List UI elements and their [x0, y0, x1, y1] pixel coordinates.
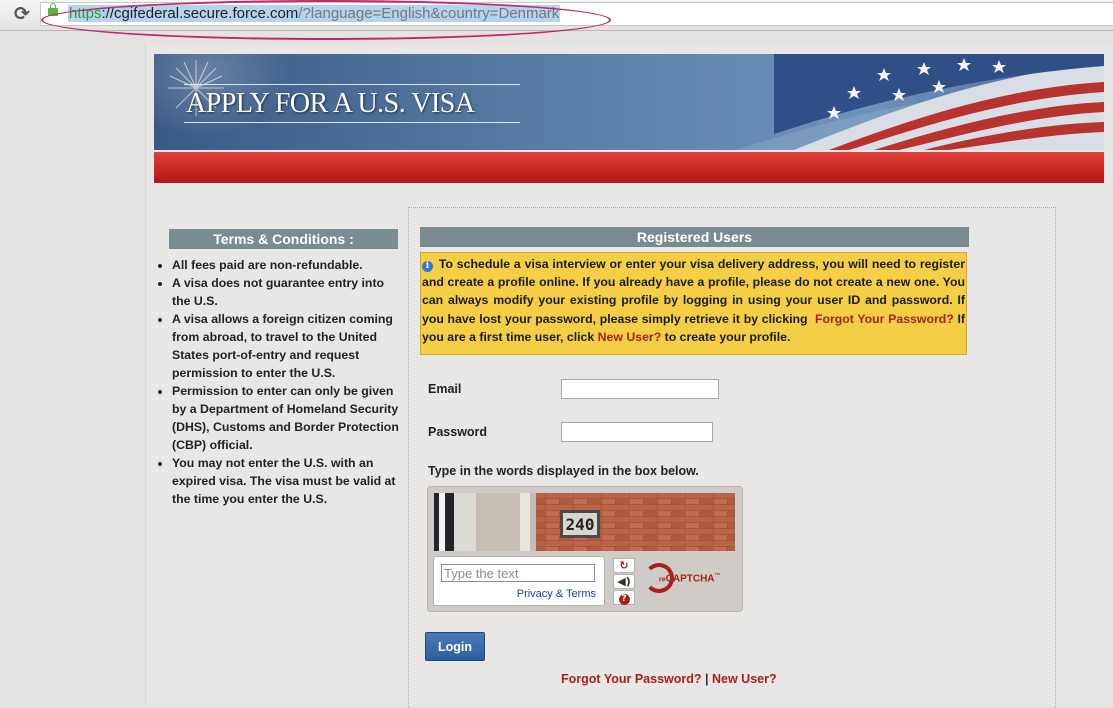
info-icon: i	[422, 261, 433, 272]
recaptcha-widget: 240 Privacy & Terms ↻ ◀) ? reCAPTCHA™	[427, 486, 743, 612]
captcha-image: 240	[434, 493, 735, 551]
captcha-input[interactable]	[441, 564, 595, 582]
recaptcha-logo: reCAPTCHA™	[644, 561, 724, 601]
bottom-links: Forgot Your Password? | New User?	[561, 672, 777, 686]
help-icon[interactable]: ?	[613, 590, 635, 605]
info-notice: i To schedule a visa interview or enter …	[420, 252, 967, 355]
terms-item: A visa allows a foreign citizen coming f…	[172, 310, 402, 382]
new-user-link[interactable]: New User?	[712, 672, 777, 686]
banner-divider-bottom	[184, 122, 520, 123]
notice-forgot-password-link[interactable]: Forgot Your Password?	[815, 312, 954, 326]
audio-icon[interactable]: ◀)	[613, 574, 635, 589]
refresh-icon[interactable]: ↻	[613, 558, 635, 573]
recaptcha-tm: ™	[714, 573, 721, 579]
terms-list: All fees paid are non-refundable. A visa…	[154, 256, 402, 508]
url-highlight-annotation	[41, 0, 611, 40]
page-content: APPLY FOR A U.S. VISA Terms & Conditions…	[145, 45, 1113, 708]
email-label: Email	[428, 382, 462, 396]
email-field[interactable]	[561, 379, 719, 399]
terms-item: Permission to enter can only be given by…	[172, 382, 402, 454]
captcha-photo: 240	[434, 493, 735, 551]
banner-title: APPLY FOR A U.S. VISA	[186, 88, 475, 119]
notice-new-user-link[interactable]: New User?	[598, 330, 662, 344]
us-flag-graphic	[734, 54, 1104, 150]
login-button[interactable]: Login	[425, 632, 485, 661]
banner-red-bar	[154, 152, 1104, 183]
terms-item: You may not enter the U.S. with an expir…	[172, 454, 402, 508]
registered-users-heading: Registered Users	[420, 227, 969, 247]
terms-item: A visa does not guarantee entry into the…	[172, 274, 402, 310]
terms-item: All fees paid are non-refundable.	[172, 256, 402, 274]
link-separator: |	[705, 672, 709, 686]
password-label: Password	[428, 425, 488, 439]
captcha-privacy-terms-link[interactable]: Privacy & Terms	[517, 588, 596, 600]
banner-divider-top	[184, 84, 520, 85]
page-banner: APPLY FOR A U.S. VISA	[154, 54, 1104, 150]
captcha-image-text: 240	[566, 515, 595, 534]
terms-heading: Terms & Conditions :	[169, 229, 398, 249]
recaptcha-brand: CAPTCHA	[665, 573, 715, 585]
password-field[interactable]	[561, 422, 713, 442]
captcha-input-container: Privacy & Terms	[433, 556, 605, 606]
forgot-password-link[interactable]: Forgot Your Password?	[561, 672, 702, 686]
captcha-instruction: Type in the words displayed in the box b…	[428, 464, 699, 478]
reload-icon[interactable]: ⟳	[11, 3, 33, 25]
notice-text: to create your profile.	[664, 329, 791, 344]
recaptcha-brand-prefix: re	[659, 576, 666, 584]
